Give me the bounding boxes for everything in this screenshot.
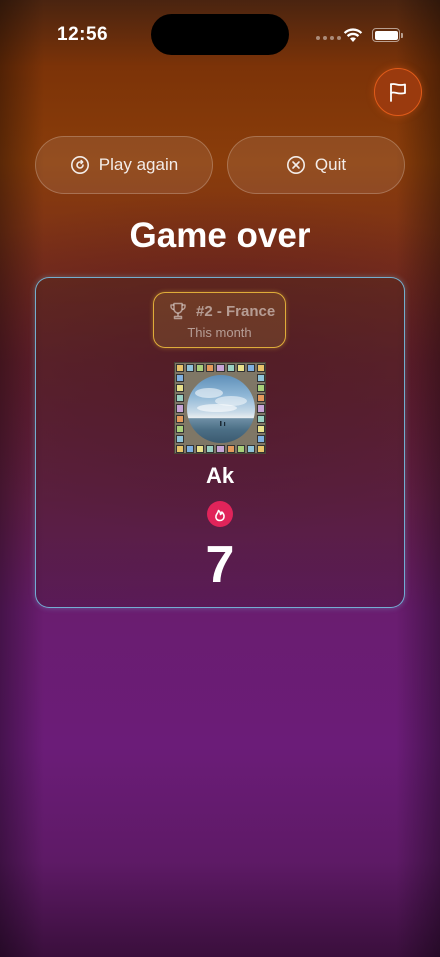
play-again-label: Play again <box>98 155 179 174</box>
dynamic-island <box>151 14 289 55</box>
element-tile <box>176 444 185 453</box>
signal-icon <box>316 36 341 40</box>
rank-badge[interactable]: #2 - France This month <box>153 292 286 348</box>
element-tile <box>256 444 265 453</box>
element-tile <box>236 364 245 373</box>
element-tile <box>246 364 255 373</box>
element-tile <box>186 364 195 373</box>
element-tile <box>256 394 265 403</box>
status-bar: 12:56 <box>0 0 440 60</box>
element-tile <box>196 364 205 373</box>
element-tile <box>216 364 225 373</box>
element-tile <box>176 394 185 403</box>
element-tile <box>256 374 265 383</box>
element-tile <box>206 444 215 453</box>
flag-icon <box>390 83 406 102</box>
element-tile <box>176 404 185 413</box>
element-tile <box>246 444 255 453</box>
element-tile <box>206 364 215 373</box>
element-tile <box>176 414 185 423</box>
player-name: Ak <box>205 463 235 488</box>
page-title: Game over <box>129 216 311 255</box>
rank-period: This month <box>187 325 252 340</box>
flame-icon <box>215 509 225 522</box>
element-tile <box>176 374 185 383</box>
wifi-icon <box>343 28 363 42</box>
element-tile <box>256 364 265 373</box>
element-tile <box>256 404 265 413</box>
replay-icon <box>70 156 89 174</box>
element-tile <box>256 424 265 433</box>
element-tile <box>176 424 185 433</box>
avatar <box>174 362 266 454</box>
element-tile <box>176 364 185 373</box>
element-tile <box>176 434 185 443</box>
element-tile <box>176 384 185 393</box>
status-time: 12:56 <box>57 24 109 45</box>
score-value: 7 <box>205 536 235 594</box>
element-tile <box>256 434 265 443</box>
rank-text: #2 - France <box>196 302 276 320</box>
quit-label: Quit <box>314 155 347 174</box>
close-circle-icon <box>286 156 305 174</box>
element-tile <box>236 444 245 453</box>
avatar-photo <box>187 375 255 443</box>
streak-badge <box>207 501 233 527</box>
element-tile <box>196 444 205 453</box>
element-tile <box>226 444 235 453</box>
battery-icon <box>372 28 403 42</box>
element-tile <box>256 384 265 393</box>
element-tile <box>216 444 225 453</box>
quit-button[interactable]: Quit <box>227 136 405 194</box>
element-tile <box>186 444 195 453</box>
trophy-icon <box>170 302 186 320</box>
report-flag-button[interactable] <box>374 68 422 116</box>
element-tile <box>226 364 235 373</box>
element-tile <box>256 414 265 423</box>
play-again-button[interactable]: Play again <box>35 136 213 194</box>
